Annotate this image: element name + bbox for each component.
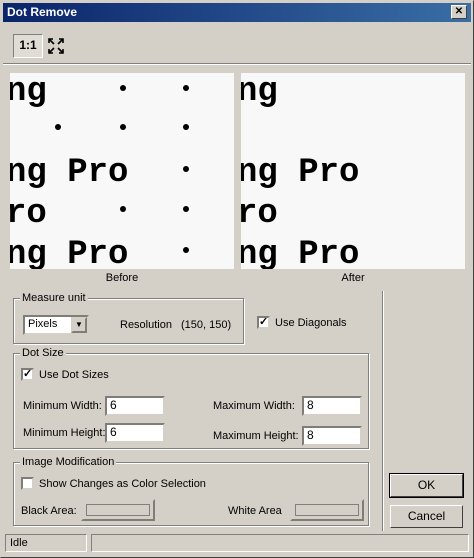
- use-diagonals-checkbox[interactable]: ✓: [257, 316, 270, 329]
- status-bar: Idle: [5, 534, 469, 552]
- use-dot-sizes-label: Use Dot Sizes: [39, 369, 109, 381]
- window-title: Dot Remove: [7, 5, 78, 19]
- show-changes-checkbox[interactable]: [21, 477, 34, 490]
- actual-size-button[interactable]: 1:1: [13, 34, 43, 58]
- after-text-line-0: ng: [241, 73, 278, 111]
- unit-select[interactable]: Pixels ▼: [23, 315, 89, 335]
- white-area-color-button[interactable]: [290, 499, 364, 521]
- after-text-line-3: ro: [241, 195, 278, 233]
- before-text-line-4: ng Pro: [10, 236, 128, 269]
- max-width-label: Maximum Width:: [213, 400, 295, 412]
- black-area-color-button[interactable]: [81, 499, 155, 521]
- resolution-label: Resolution: [120, 319, 172, 331]
- ok-button[interactable]: OK: [389, 473, 464, 498]
- dot-size-title: Dot Size: [20, 347, 66, 359]
- options-panel: Measure unit Pixels ▼ Resolution (150, 1…: [10, 291, 380, 529]
- vertical-divider: [382, 291, 384, 531]
- dot-remove-dialog: Dot Remove ✕ 1:1 ng ng Pro ro ng Pro Bef…: [0, 0, 474, 558]
- black-area-swatch: [86, 504, 150, 516]
- max-width-input[interactable]: 8: [302, 396, 362, 416]
- chevron-down-icon[interactable]: ▼: [71, 317, 87, 333]
- before-label: Before: [105, 272, 139, 284]
- actual-size-label: 1:1: [19, 38, 37, 52]
- black-area-label: Black Area:: [21, 505, 77, 517]
- cancel-button[interactable]: Cancel: [390, 505, 463, 528]
- use-dot-sizes-checkbox[interactable]: ✓: [21, 368, 34, 381]
- after-text-line-4: ng Pro: [241, 236, 359, 269]
- min-height-input[interactable]: 6: [105, 423, 165, 443]
- white-area-label: White Area: [228, 505, 282, 517]
- toolbar-separator: [3, 63, 471, 65]
- white-area-swatch: [295, 504, 359, 516]
- status-secondary: [91, 534, 469, 552]
- close-button[interactable]: ✕: [451, 5, 467, 19]
- status-text: Idle: [5, 534, 87, 552]
- before-preview[interactable]: ng ng Pro ro ng Pro: [10, 73, 234, 269]
- close-icon: ✕: [454, 6, 464, 17]
- fit-to-window-button[interactable]: [45, 34, 67, 58]
- max-height-input[interactable]: 8: [302, 426, 362, 446]
- after-label: After: [341, 272, 365, 284]
- before-text-line-0: ng: [10, 73, 47, 111]
- after-text-line-2: ng Pro: [241, 154, 359, 192]
- before-text-line-3: ro: [10, 195, 47, 233]
- measure-unit-group: Measure unit Pixels ▼ Resolution (150, 1…: [13, 292, 244, 344]
- title-bar[interactable]: Dot Remove ✕: [3, 3, 471, 22]
- min-height-label: Minimum Height:: [23, 427, 106, 439]
- resolution-value: (150, 150): [181, 319, 232, 331]
- show-changes-label: Show Changes as Color Selection: [39, 478, 206, 490]
- unit-value: Pixels: [28, 318, 58, 330]
- dot-size-group: Dot Size ✓ Use Dot Sizes Minimum Width: …: [13, 347, 369, 449]
- image-modification-group: Image Modification Show Changes as Color…: [13, 456, 369, 526]
- after-preview[interactable]: ng ng Pro ro ng Pro: [241, 73, 465, 269]
- min-width-input[interactable]: 6: [105, 396, 165, 416]
- fit-to-window-icon: [48, 38, 64, 54]
- min-width-label: Minimum Width:: [23, 400, 102, 412]
- max-height-label: Maximum Height:: [213, 430, 299, 442]
- measure-unit-title: Measure unit: [20, 292, 88, 304]
- before-text-line-2: ng Pro: [10, 154, 128, 192]
- image-modification-title: Image Modification: [20, 456, 117, 468]
- use-diagonals-label: Use Diagonals: [275, 317, 347, 329]
